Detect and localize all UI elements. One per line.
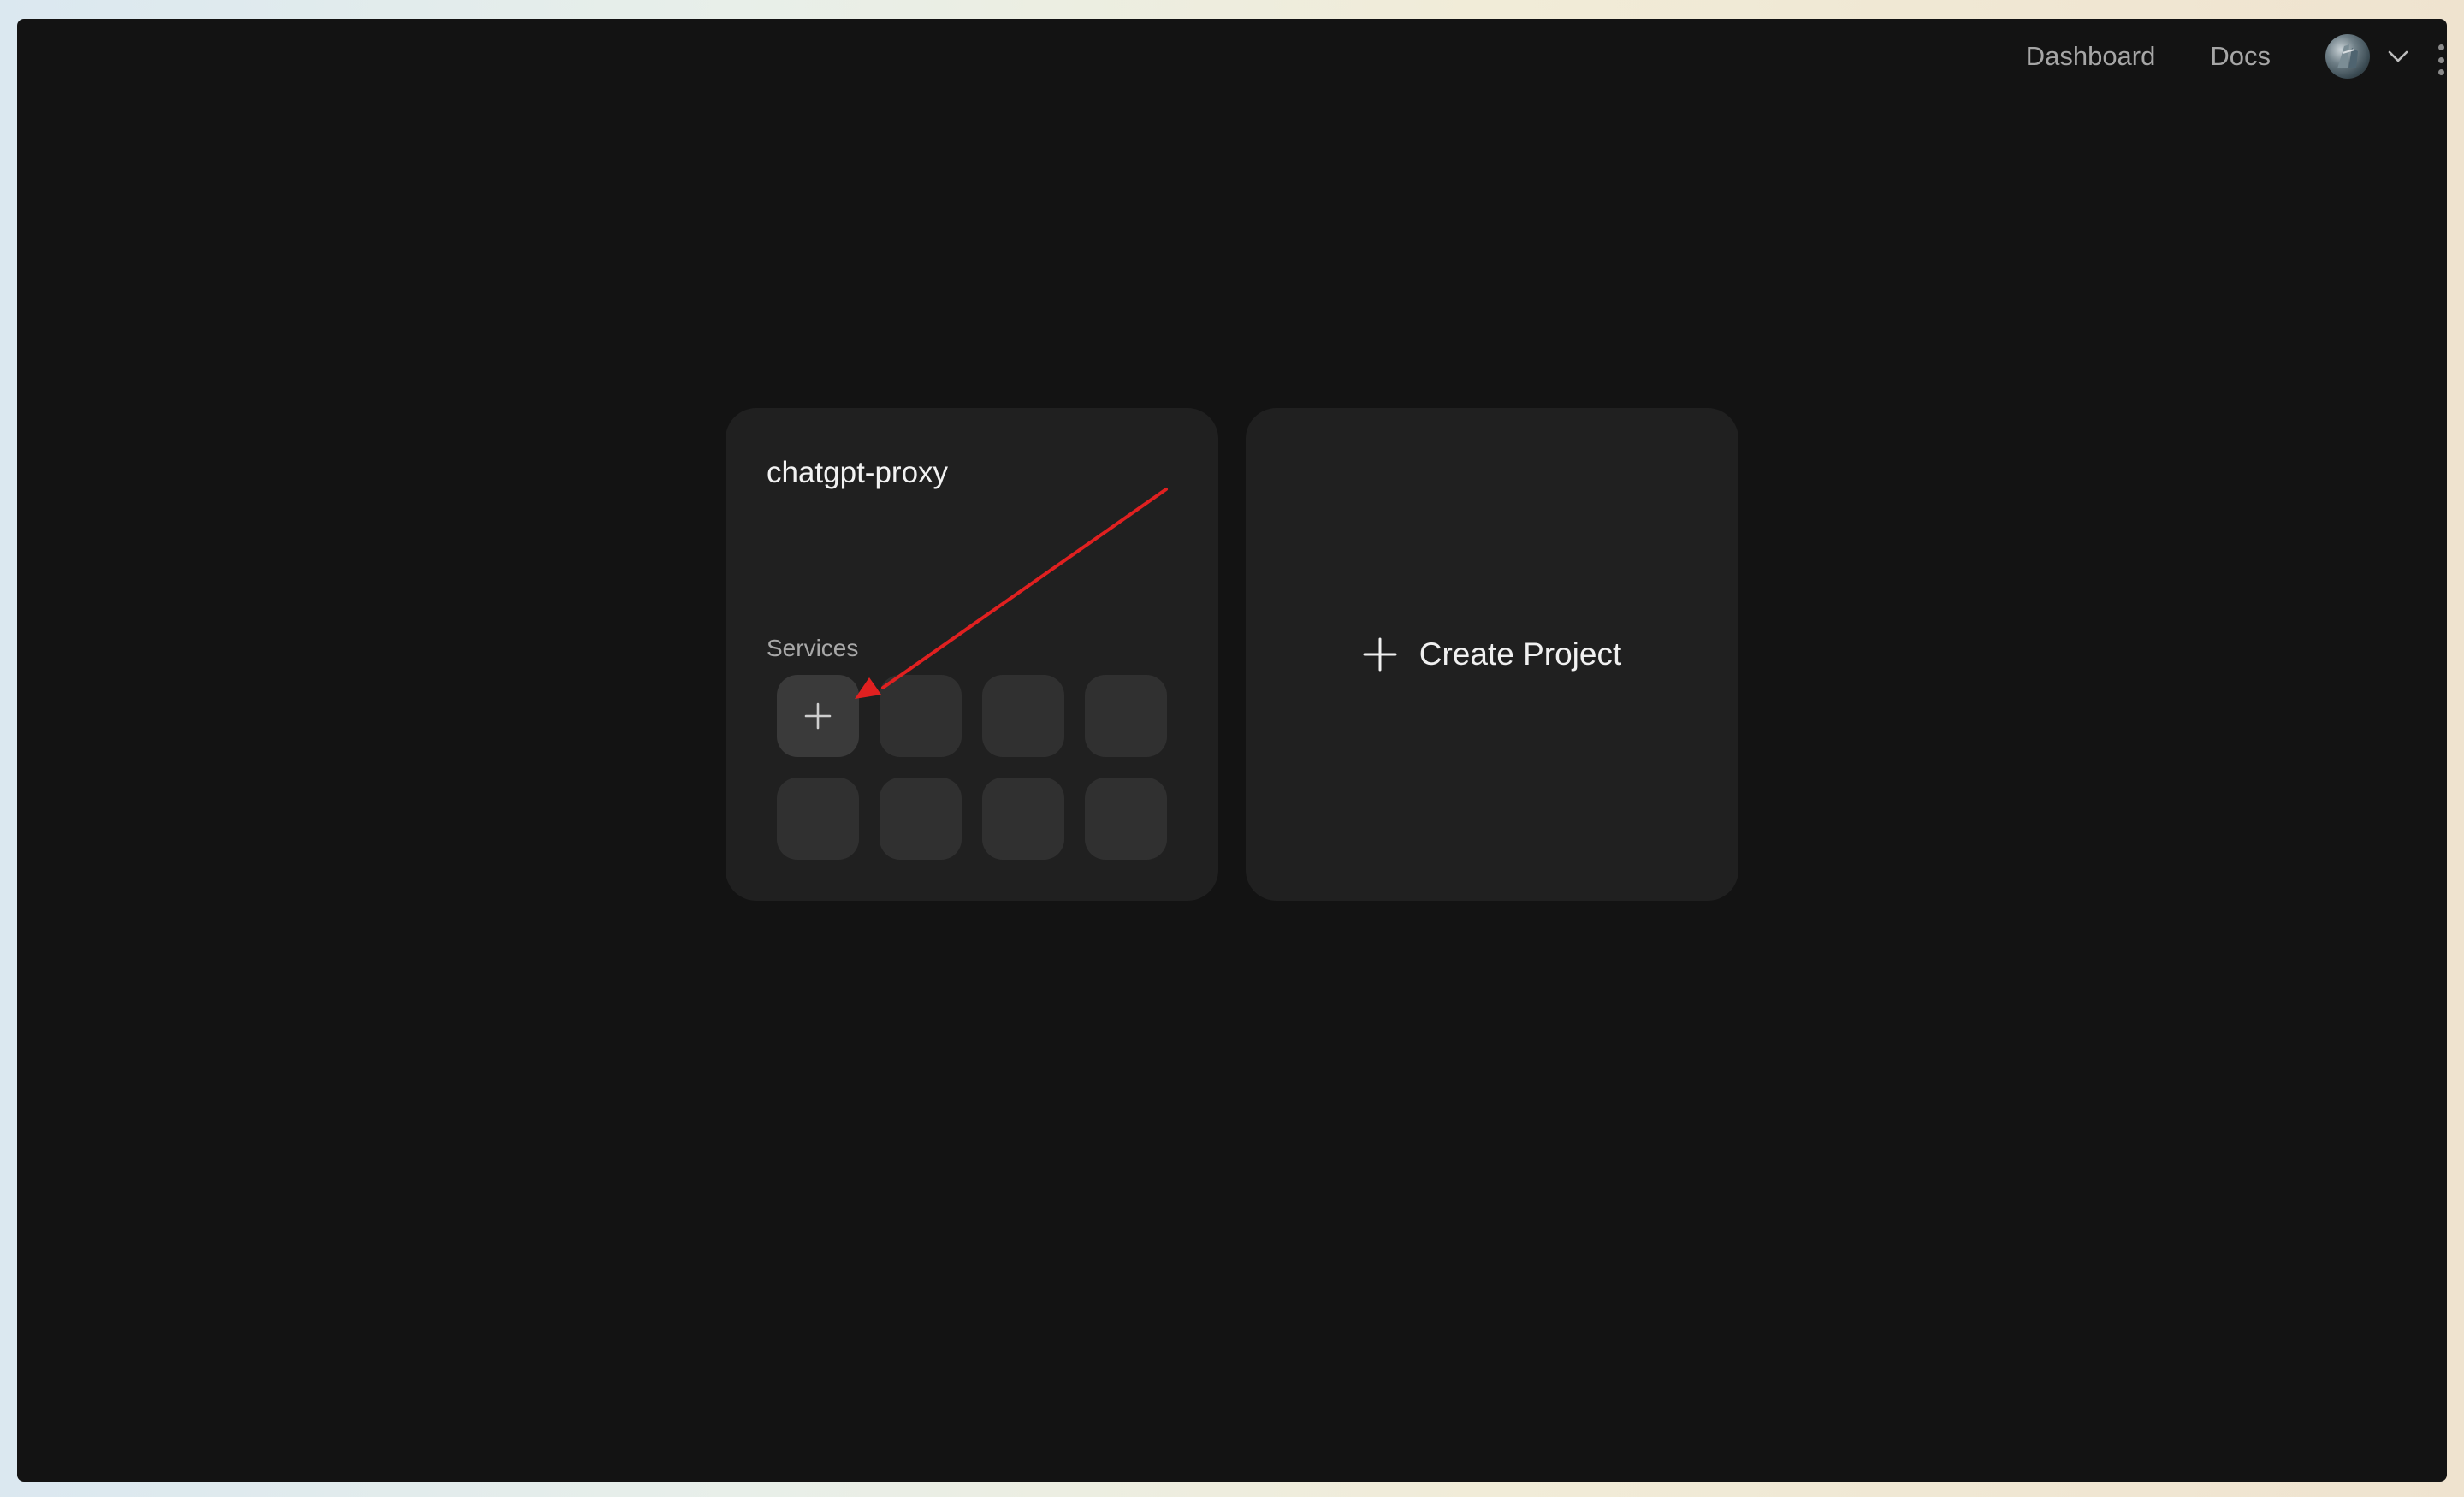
nav-docs-link[interactable]: Docs (2210, 41, 2271, 72)
service-slot (982, 675, 1064, 757)
plus-icon (804, 702, 832, 730)
service-slot (777, 778, 859, 860)
plus-icon (1363, 637, 1397, 672)
create-project-card[interactable]: Create Project (1246, 408, 1738, 901)
top-navigation: Dashboard Docs (2026, 19, 2447, 94)
project-cards: chatgpt-proxy Services Create Project (726, 408, 1738, 901)
project-title[interactable]: chatgpt-proxy (767, 456, 948, 490)
service-slot (880, 675, 962, 757)
add-service-button[interactable] (777, 675, 859, 757)
account-menu[interactable] (2325, 34, 2411, 79)
services-label: Services (767, 635, 859, 661)
chevron-down-icon[interactable] (2385, 44, 2411, 69)
project-card[interactable]: chatgpt-proxy Services (726, 408, 1218, 901)
service-slot (982, 778, 1064, 860)
service-slot (1085, 778, 1167, 860)
create-project-button[interactable]: Create Project (1363, 636, 1622, 672)
app-window: Dashboard Docs chatgpt-proxy Services Cr… (17, 19, 2447, 1482)
service-slot (880, 778, 962, 860)
create-project-label: Create Project (1419, 636, 1622, 672)
nav-dashboard-link[interactable]: Dashboard (2026, 41, 2156, 72)
services-grid (777, 675, 1167, 860)
service-slot (1085, 675, 1167, 757)
avatar[interactable] (2325, 34, 2370, 79)
